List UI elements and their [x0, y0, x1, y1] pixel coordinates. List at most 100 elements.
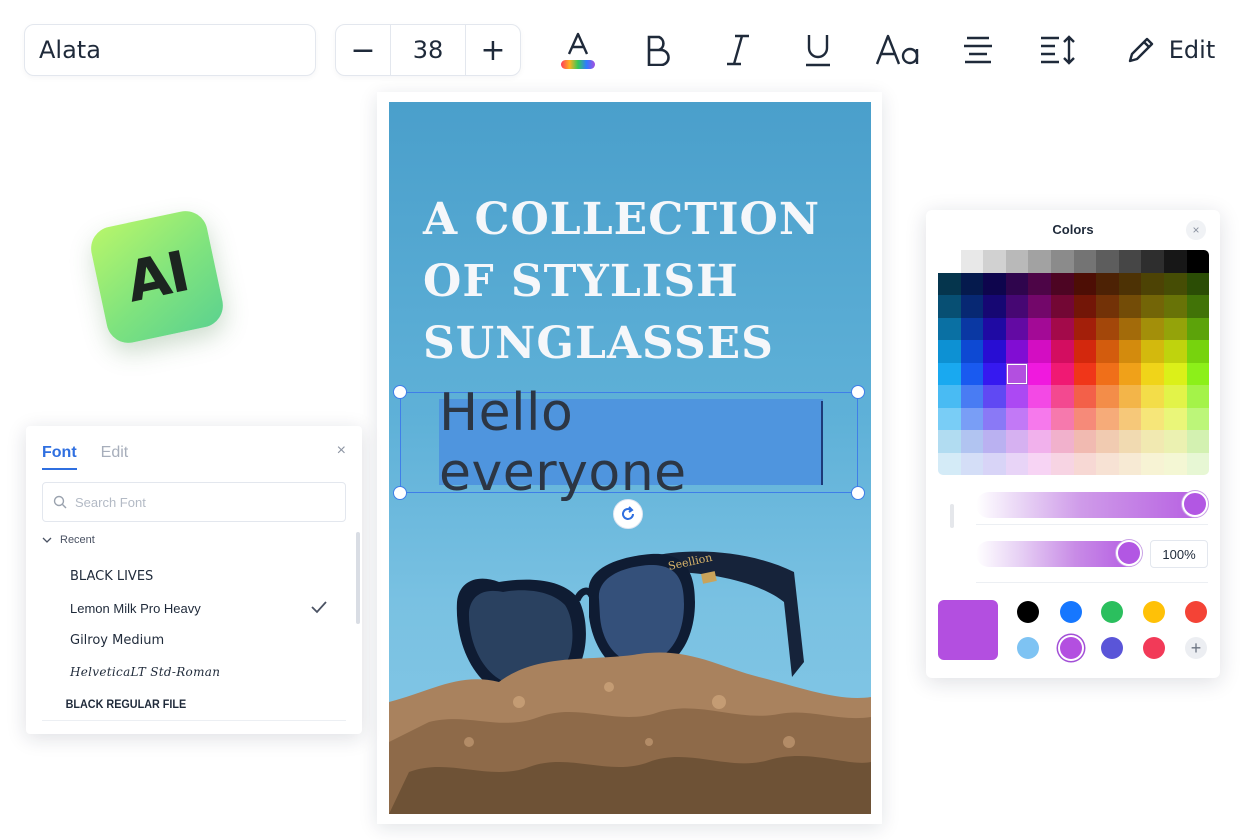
palette-swatch[interactable]: [1028, 272, 1051, 295]
text-color-button[interactable]: [556, 24, 600, 76]
palette-swatch[interactable]: [1073, 250, 1097, 273]
palette-swatch[interactable]: [938, 250, 961, 273]
palette-swatch[interactable]: [1073, 362, 1097, 385]
palette-swatch[interactable]: [1073, 407, 1097, 430]
palette-swatch[interactable]: [1163, 317, 1187, 340]
palette-swatch[interactable]: [938, 385, 961, 408]
palette-swatch[interactable]: [1096, 340, 1119, 363]
palette-swatch[interactable]: [983, 362, 1006, 385]
preset-color-yellow[interactable]: [1143, 601, 1165, 623]
palette-swatch[interactable]: [960, 407, 984, 430]
font-size-value[interactable]: 38: [390, 25, 466, 75]
palette-swatch[interactable]: [1028, 340, 1051, 363]
palette-swatch[interactable]: [1186, 340, 1210, 363]
palette-swatch[interactable]: [983, 452, 1006, 475]
hue-slider-knob[interactable]: [1182, 491, 1208, 517]
palette-swatch[interactable]: [960, 430, 984, 453]
palette-swatch[interactable]: [1118, 340, 1142, 363]
palette-swatch[interactable]: [1163, 452, 1187, 475]
palette-swatch[interactable]: [1118, 272, 1142, 295]
palette-swatch[interactable]: [1050, 317, 1074, 340]
palette-swatch[interactable]: [1096, 362, 1119, 385]
palette-swatch[interactable]: [1073, 340, 1097, 363]
palette-swatch[interactable]: [1163, 362, 1187, 385]
palette-swatch[interactable]: [1186, 250, 1210, 273]
font-search-field[interactable]: [42, 482, 346, 522]
palette-swatch[interactable]: [1096, 317, 1119, 340]
palette-swatch[interactable]: [938, 295, 961, 318]
palette-swatch[interactable]: [1096, 295, 1119, 318]
bold-button[interactable]: [640, 24, 676, 76]
palette-swatch[interactable]: [1186, 362, 1210, 385]
palette-swatch[interactable]: [1141, 385, 1164, 408]
palette-swatch[interactable]: [983, 317, 1006, 340]
palette-swatch[interactable]: [983, 407, 1006, 430]
color-palette-grid[interactable]: [938, 250, 1210, 475]
underline-button[interactable]: [800, 24, 836, 76]
palette-swatch[interactable]: [1118, 452, 1142, 475]
palette-swatch[interactable]: [1028, 295, 1051, 318]
palette-swatch[interactable]: [1073, 272, 1097, 295]
preset-color-purple[interactable]: [1060, 637, 1082, 659]
tab-font[interactable]: Font: [42, 444, 77, 470]
palette-swatch[interactable]: [1005, 407, 1029, 430]
palette-swatch[interactable]: [938, 362, 961, 385]
font-list-scrollbar[interactable]: [356, 532, 360, 624]
palette-swatch[interactable]: [1141, 340, 1164, 363]
palette-swatch[interactable]: [1050, 362, 1074, 385]
palette-swatch[interactable]: [960, 452, 984, 475]
recent-group-header[interactable]: Recent: [42, 534, 95, 546]
font-size-stepper[interactable]: − 38 +: [335, 24, 521, 76]
font-list-item[interactable]: BLACK REGULAR FILE: [26, 688, 328, 720]
palette-swatch[interactable]: [1005, 430, 1029, 453]
opacity-slider[interactable]: [976, 540, 1142, 567]
palette-swatch[interactable]: [1118, 385, 1142, 408]
palette-swatch[interactable]: [960, 317, 984, 340]
preset-color-black[interactable]: [1017, 601, 1039, 623]
add-color-button[interactable]: +: [1185, 637, 1207, 659]
palette-swatch[interactable]: [1005, 250, 1029, 273]
palette-swatch[interactable]: [1050, 452, 1074, 475]
palette-swatch[interactable]: [1005, 272, 1029, 295]
increase-size-button[interactable]: +: [466, 25, 520, 75]
palette-swatch[interactable]: [1141, 452, 1164, 475]
palette-swatch[interactable]: [1096, 452, 1119, 475]
palette-swatch[interactable]: [938, 272, 961, 295]
palette-swatch[interactable]: [1073, 317, 1097, 340]
palette-swatch[interactable]: [1163, 295, 1187, 318]
palette-swatch[interactable]: [938, 317, 961, 340]
palette-swatch[interactable]: [1096, 272, 1119, 295]
palette-swatch[interactable]: [1028, 385, 1051, 408]
palette-swatch[interactable]: [983, 295, 1006, 318]
palette-swatch[interactable]: [1028, 452, 1051, 475]
opacity-input[interactable]: 100%: [1150, 540, 1208, 568]
palette-swatch[interactable]: [1118, 250, 1142, 273]
palette-swatch[interactable]: [1141, 407, 1164, 430]
palette-swatch[interactable]: [1005, 385, 1029, 408]
text-case-button[interactable]: [872, 24, 924, 76]
palette-swatch[interactable]: [960, 295, 984, 318]
palette-swatch[interactable]: [960, 340, 984, 363]
palette-swatch[interactable]: [1050, 407, 1074, 430]
palette-swatch[interactable]: [1050, 340, 1074, 363]
search-input[interactable]: [75, 494, 335, 510]
palette-swatch[interactable]: [1050, 430, 1074, 453]
preset-color-indigo[interactable]: [1101, 637, 1123, 659]
palette-swatch[interactable]: [1141, 272, 1164, 295]
edit-button[interactable]: Edit: [1120, 24, 1220, 76]
palette-swatch[interactable]: [1186, 430, 1210, 453]
preset-color-red[interactable]: [1185, 601, 1207, 623]
current-color-swatch[interactable]: [938, 600, 998, 660]
palette-swatch[interactable]: [1050, 272, 1074, 295]
palette-swatch[interactable]: [1096, 430, 1119, 453]
palette-swatch[interactable]: [1118, 407, 1142, 430]
font-list-item[interactable]: Gilroy Medium: [26, 624, 362, 656]
palette-swatch[interactable]: [1028, 250, 1051, 273]
palette-swatch[interactable]: [1096, 407, 1119, 430]
palette-swatch[interactable]: [1073, 385, 1097, 408]
palette-swatch[interactable]: [1050, 295, 1074, 318]
palette-swatch[interactable]: [983, 272, 1006, 295]
palette-swatch[interactable]: [1118, 430, 1142, 453]
align-center-button[interactable]: [958, 24, 998, 76]
resize-handle-bottom-right[interactable]: [851, 486, 865, 500]
